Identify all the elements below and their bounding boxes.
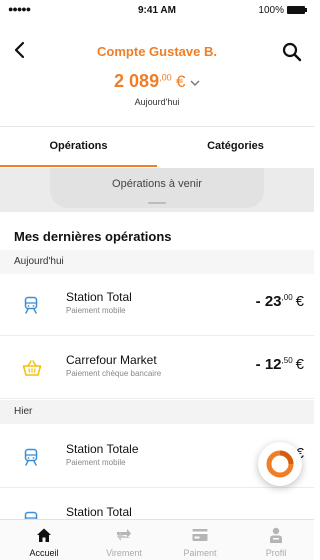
floating-action-button[interactable] <box>258 442 302 486</box>
balance-amount: 2 089 <box>114 71 160 91</box>
tab-categories[interactable]: Catégories <box>157 127 314 167</box>
balance-cents: ,00 <box>159 72 172 83</box>
profile-icon <box>270 527 282 543</box>
tabbar-label: Paiment <box>183 548 217 558</box>
operation-name: Station Total <box>66 290 132 304</box>
search-button[interactable] <box>282 42 304 64</box>
train-icon <box>22 296 40 314</box>
amount-sign: - <box>255 293 265 310</box>
bottom-tab-bar: Accueil Virement Paiment Profil <box>0 519 314 560</box>
balance-date: Aujourd'hui <box>134 97 180 107</box>
train-icon <box>22 448 40 466</box>
operation-amount: - 23,00 € <box>256 293 304 310</box>
account-header: Compte Gustave B. 2 089,00 € Aujourd'hui <box>0 20 314 120</box>
battery-percent: 100% <box>258 5 284 16</box>
tabbar-item-profile[interactable]: Profil <box>246 520 306 560</box>
amount-value: 23 <box>264 293 282 310</box>
operation-name: Station Total <box>66 505 132 519</box>
payment-card-icon <box>192 529 208 541</box>
ring-icon <box>266 450 294 478</box>
balance-currency: € <box>176 72 186 91</box>
amount-currency: € <box>295 356 304 373</box>
tabbar-label: Virement <box>106 548 142 558</box>
basket-icon <box>22 359 42 377</box>
operation-row[interactable]: Station Total <box>0 489 314 519</box>
account-title[interactable]: Compte Gustave B. <box>0 44 314 59</box>
tabs: Opérations Catégories <box>0 126 314 167</box>
operation-type: Paiement mobile <box>66 306 126 315</box>
tabbar-label: Accueil <box>29 548 59 558</box>
operation-row[interactable]: Carrefour Market Paiement chèque bancair… <box>0 337 314 399</box>
operation-name: Carrefour Market <box>66 353 157 367</box>
operation-type: Paiement chèque bancaire <box>66 369 162 378</box>
tabbar-item-home[interactable]: Accueil <box>14 520 74 560</box>
status-bar: ●●●●● 9:41 AM 100% <box>0 0 314 20</box>
operation-amount: - 12,50 € <box>256 356 304 373</box>
section-title: Mes dernières opérations <box>14 229 172 244</box>
upcoming-operations-label: Opérations à venir <box>112 178 202 190</box>
home-icon <box>37 528 51 542</box>
amount-cents: ,00 <box>281 293 293 302</box>
operation-name: Station Totale <box>66 442 139 456</box>
tabbar-item-payment[interactable]: Paiment <box>170 520 230 560</box>
amount-cents: ,50 <box>281 356 293 365</box>
chevron-down-icon <box>190 76 200 90</box>
operation-type: Paiement mobile <box>66 458 126 467</box>
search-icon <box>282 42 302 62</box>
group-header-today: Aujourd'hui <box>0 250 314 274</box>
operation-row[interactable]: Station Total Paiement mobile - 23,00 € <box>0 274 314 336</box>
amount-sign: - <box>255 356 265 373</box>
tabbar-label: Profil <box>265 548 287 558</box>
amount-value: 12 <box>264 356 282 373</box>
tab-operations[interactable]: Opérations <box>0 127 157 167</box>
group-header-yesterday: Hier <box>0 400 314 424</box>
upcoming-operations[interactable]: Opérations à venir <box>0 168 314 212</box>
account-balance[interactable]: 2 089,00 € <box>0 71 314 92</box>
battery-icon <box>287 6 307 14</box>
amount-currency: € <box>295 293 304 310</box>
tabbar-item-transfer[interactable]: Virement <box>94 520 154 560</box>
drag-handle[interactable] <box>148 202 166 204</box>
train-icon <box>22 511 40 519</box>
transfer-icon <box>117 529 131 541</box>
